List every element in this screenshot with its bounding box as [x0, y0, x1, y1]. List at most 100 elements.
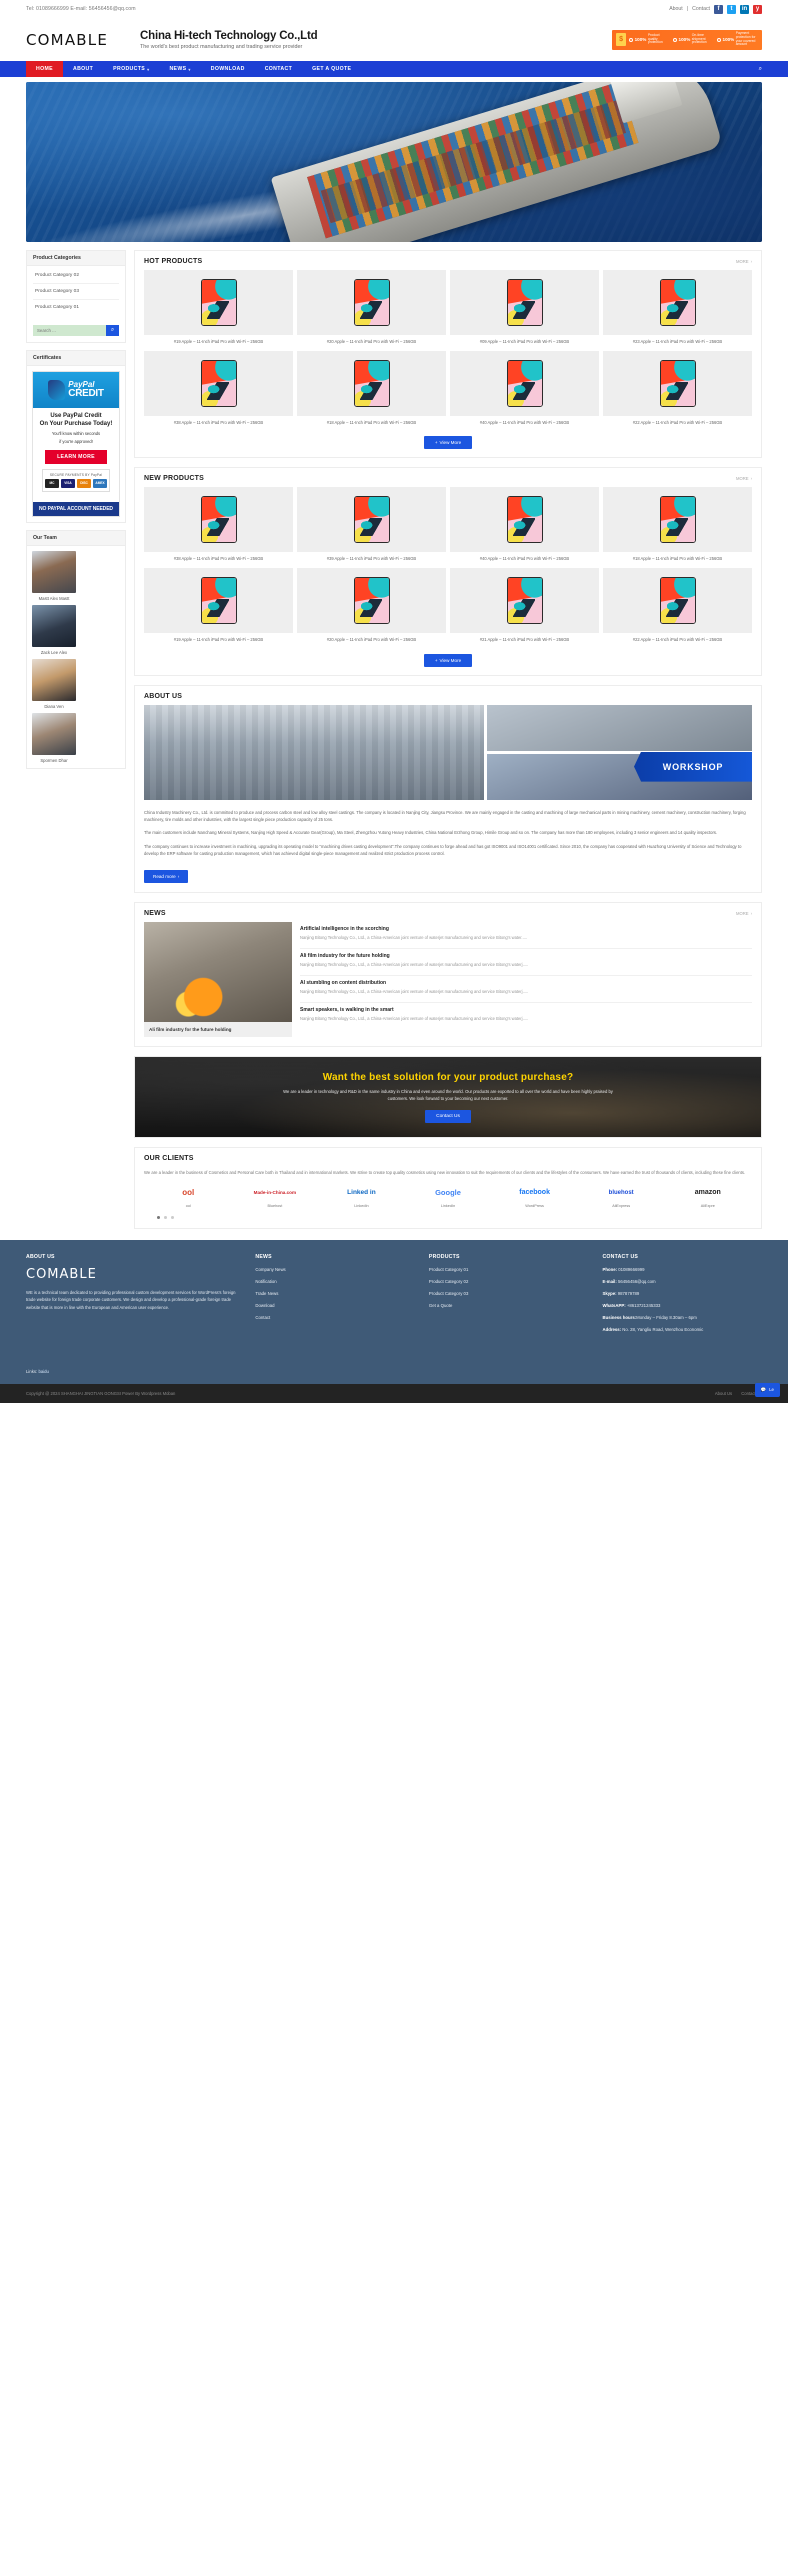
crown-icon: $ [616, 33, 627, 46]
team-member[interactable]: Spormen Dhar [32, 712, 76, 763]
team-member[interactable]: Zack Lee Alex [32, 604, 76, 655]
client-mark: ool [182, 1188, 195, 1198]
news-list-item[interactable]: Ali film industry for the future holding… [300, 949, 752, 976]
nav-item-home[interactable]: HOME [26, 61, 63, 77]
paypal-credit-banner[interactable]: PayPal CREDIT Use PayPal Credit On Your … [32, 371, 120, 517]
ipad-image [200, 496, 237, 544]
product-card[interactable]: #21 Apple – 11-Inch iPad Pro with Wi-Fi … [450, 568, 599, 645]
product-card[interactable]: #22 Apple – 11-Inch iPad Pro with Wi-Fi … [603, 351, 752, 428]
news-list-item[interactable]: Artificial intelligence in the scorching… [300, 922, 752, 950]
nav-item-products[interactable]: PRODUCTS ▾ [103, 61, 159, 77]
site-logo[interactable]: COMABLE [26, 31, 108, 49]
sidebar-item-category-03[interactable]: Product Category 03 [33, 284, 119, 300]
contact-value: 01089666999 [617, 1266, 645, 1272]
nav-item-get-a-quote[interactable]: GET A QUOTE [302, 61, 361, 77]
product-card[interactable]: #20 Apple – 11-Inch iPad Pro with Wi-Fi … [297, 568, 446, 645]
product-card[interactable]: #38 Apple – 11-Inch iPad Pro with Wi-Fi … [144, 351, 293, 428]
client-logo[interactable]: Linked in LinkedIn [320, 1185, 403, 1208]
news-more-link[interactable]: MORE › [736, 911, 752, 916]
bottom-link-about-us[interactable]: About Us [715, 1391, 732, 1396]
product-card[interactable]: #20 Apple – 11-Inch iPad Pro with Wi-Fi … [297, 270, 446, 347]
facebook-icon[interactable]: f [714, 4, 723, 14]
view-more-button[interactable]: + View More [423, 653, 473, 667]
product-card[interactable]: #18 Apple – 11-Inch iPad Pro with Wi-Fi … [603, 487, 752, 564]
product-title: #39 Apple – 11-Inch iPad Pro with Wi-Fi … [326, 556, 417, 562]
section-title: NEW PRODUCTS [144, 475, 204, 483]
product-card[interactable]: #40 Apple – 11-Inch iPad Pro with Wi-Fi … [450, 351, 599, 428]
cta-headline: Want the best solution for your product … [322, 1071, 574, 1083]
client-logo[interactable]: Made-in-China.com Bluehost [234, 1185, 317, 1208]
twitter-icon[interactable]: t [727, 4, 736, 14]
hero-banner[interactable] [26, 82, 762, 242]
product-card[interactable]: #09 Apple – 11-Inch iPad Pro with Wi-Fi … [450, 270, 599, 347]
guarantee-text: Payment protection for your covered amou… [735, 31, 756, 47]
product-card[interactable]: #23 Apple – 11-Inch iPad Pro with Wi-Fi … [603, 270, 752, 347]
guarantee-percent: 100% [634, 37, 647, 42]
footer-link-get-a-quote[interactable]: Get a Quote [429, 1303, 589, 1308]
client-logo[interactable]: bluehost AliExpress [580, 1185, 663, 1208]
youtube-icon[interactable]: y [753, 4, 762, 14]
product-title: #09 Apple – 11-Inch iPad Pro with Wi-Fi … [479, 339, 570, 344]
client-logo[interactable]: amazon AliExpre [666, 1185, 749, 1208]
search-icon[interactable]: ⌕ [759, 61, 762, 77]
learn-more-button[interactable]: LEARN MORE [45, 449, 107, 464]
topbar-about-link[interactable]: About [669, 6, 683, 12]
footer-link-category-01[interactable]: Product Category 01 [429, 1267, 589, 1272]
nav-item-about[interactable]: ABOUT [63, 61, 103, 77]
sidebar-item-category-01[interactable]: Product Category 01 [33, 300, 119, 315]
product-title: #21 Apple – 11-Inch iPad Pro with Wi-Fi … [479, 637, 570, 643]
product-card[interactable]: #38 Apple – 11-Inch iPad Pro with Wi-Fi … [144, 487, 293, 564]
news-featured-card[interactable]: Ali film industry for the future holding [144, 922, 292, 1038]
carousel-dot[interactable] [157, 1215, 160, 1219]
client-mark: amazon [694, 1189, 721, 1197]
new-products-more-link[interactable]: MORE › [736, 476, 752, 481]
product-card[interactable]: #22 Apple – 11-Inch iPad Pro with Wi-Fi … [603, 568, 752, 645]
product-card[interactable]: #39 Apple – 11-Inch iPad Pro with Wi-Fi … [297, 487, 446, 564]
ipad-image [506, 496, 543, 544]
nav-item-download[interactable]: DOWNLOAD [201, 61, 255, 77]
search-submit-button[interactable]: ⌕ [106, 325, 119, 336]
nav-item-news[interactable]: NEWS ▾ [159, 61, 200, 77]
client-logo[interactable]: ool ool [147, 1185, 230, 1208]
contact-label: Address: [602, 1326, 622, 1332]
footer-link-contact[interactable]: Contact [255, 1315, 415, 1320]
footer-link-company-news[interactable]: Company News [255, 1267, 415, 1272]
search-input[interactable] [33, 325, 106, 336]
topbar-contact-link[interactable]: Contact [692, 6, 710, 12]
footer-link-notification[interactable]: Notification [255, 1279, 415, 1284]
product-card[interactable]: #40 Apple – 11-Inch iPad Pro with Wi-Fi … [450, 487, 599, 564]
hot-products-more-link[interactable]: MORE › [736, 259, 752, 264]
carousel-dot[interactable] [171, 1215, 174, 1219]
news-list-item[interactable]: AI stumbling on content distribution Nan… [300, 976, 752, 1003]
client-logo[interactable]: facebook WordPress [493, 1185, 576, 1208]
team-member[interactable]: Diana Ven [32, 658, 76, 709]
footer-contact-hours: Business hours:Monday – Friday 8.30am – … [602, 1315, 762, 1320]
workshop-badge: WORKSHOP [634, 751, 752, 782]
footer-link-baidu[interactable]: baidu [38, 1369, 49, 1374]
product-card[interactable]: #19 Apple – 11-Inch iPad Pro with Wi-Fi … [144, 568, 293, 645]
copyright-text: Copyright @ 2024 SHANGHAI JINGTIAN GONGS… [26, 1390, 176, 1396]
product-thumb [144, 487, 293, 553]
ipad-image [353, 496, 390, 544]
live-chat-button[interactable]: 💬 Le [754, 1382, 780, 1397]
view-more-button[interactable]: + View More [423, 436, 473, 450]
linkedin-icon[interactable]: in [740, 4, 749, 14]
footer-link-category-02[interactable]: Product Category 02 [429, 1279, 589, 1284]
about-paragraph-2: The main customers include Nanchang Mine… [144, 830, 718, 836]
footer-link-trade-news[interactable]: Trade News [255, 1291, 415, 1296]
contact-us-button[interactable]: Contact Us [425, 1109, 471, 1123]
carousel-dot[interactable] [164, 1215, 167, 1219]
product-card[interactable]: #19 Apple – 11-Inch iPad Pro with Wi-Fi … [144, 270, 293, 347]
sidebar-item-category-02[interactable]: Product Category 02 [33, 268, 119, 284]
read-more-button[interactable]: Read more › [144, 870, 189, 884]
client-logo[interactable]: Google LinkedIn [407, 1185, 490, 1208]
product-card[interactable]: #18 Apple – 11-Inch iPad Pro with Wi-Fi … [297, 351, 446, 428]
footer-link-category-03[interactable]: Product Category 03 [429, 1291, 589, 1296]
footer-link-download[interactable]: Download [255, 1303, 415, 1308]
team-member[interactable]: Mastt Alex Mastt [32, 550, 76, 601]
factory-photo-large [144, 704, 484, 800]
client-caption: AliExpress [612, 1203, 631, 1208]
product-title: #19 Apple – 11-Inch iPad Pro with Wi-Fi … [173, 339, 264, 344]
news-list-item[interactable]: Smart speakers, is walking in the smart … [300, 1003, 752, 1029]
nav-item-contact[interactable]: CONTACT [255, 61, 302, 77]
